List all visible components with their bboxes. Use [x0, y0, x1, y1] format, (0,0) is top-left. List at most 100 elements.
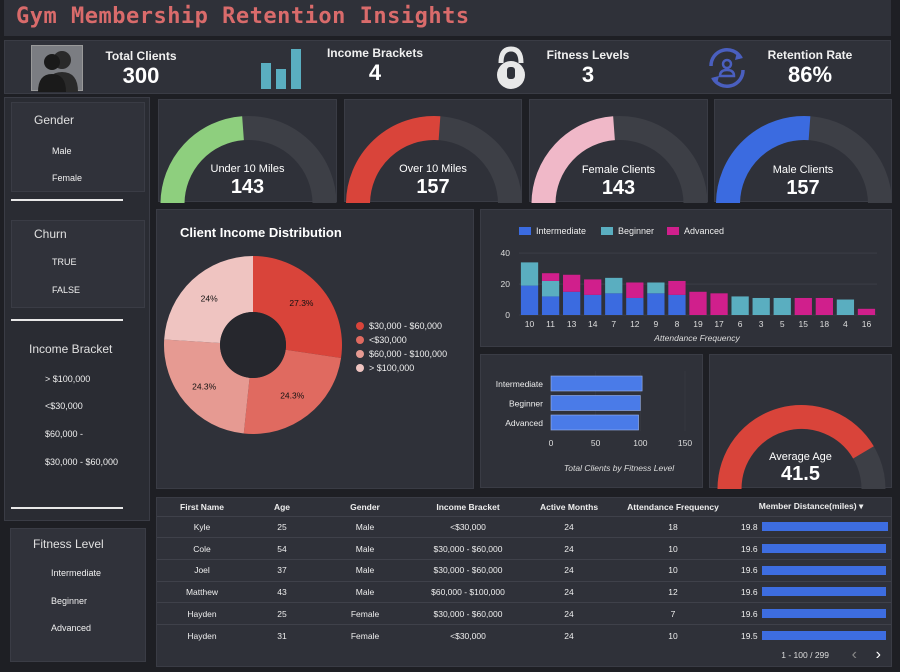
bar-segment	[541, 280, 560, 297]
fitness-option-intermediate[interactable]: Intermediate	[51, 568, 101, 578]
table-cell-income: <$30,000	[413, 515, 523, 538]
column-header-income-bracket[interactable]: Income Bracket	[413, 498, 523, 516]
gender-option-male[interactable]: Male	[52, 146, 72, 156]
gauge-label: Female Clients	[581, 164, 656, 176]
bar-segment	[668, 294, 686, 315]
table-cell-name: Cole	[157, 537, 247, 560]
users-icon	[31, 45, 83, 92]
table-cell-months: 24	[523, 602, 615, 625]
churn-filter[interactable]: Churn TRUE FALSE	[11, 220, 145, 308]
donut-legend-item[interactable]: <$30,000	[356, 335, 407, 345]
column-header-first-name[interactable]: First Name	[157, 498, 247, 516]
table-cell-distance: 19.6	[731, 537, 891, 560]
column-header-member-distance[interactable]: Member Distance(miles) ▾	[731, 498, 891, 516]
fitness-option-advanced[interactable]: Advanced	[51, 623, 91, 633]
table-cell-gender: Male	[317, 515, 413, 538]
distance-value: 19.6	[741, 565, 758, 576]
income-option-30k-60k[interactable]: $30,000 - $60,000	[45, 457, 118, 467]
x-axis-title: Total Clients by Fitness Level	[564, 463, 675, 473]
donut-slice-label: 24.3%	[192, 381, 217, 391]
column-header-age[interactable]: Age	[247, 498, 317, 516]
table-header-row: First Name Age Gender Income Bracket Act…	[157, 498, 891, 516]
table-cell-gender: Male	[317, 537, 413, 560]
donut-legend-item[interactable]: $30,000 - $60,000	[356, 321, 442, 331]
gauge-value: 157	[786, 177, 820, 199]
column-header-attendance-frequency[interactable]: Attendance Frequency	[615, 498, 731, 516]
x-tick-label: 15	[799, 319, 809, 329]
legend-label: > $100,000	[369, 363, 415, 373]
bar-segment	[710, 293, 728, 315]
bar-segment	[836, 299, 855, 315]
x-tick-label: 16	[862, 319, 872, 329]
table-row[interactable]: Cole 54 Male $30,000 - $60,000 24 10 19.6	[157, 537, 891, 560]
column-header-gender[interactable]: Gender	[317, 498, 413, 516]
gauge-male-clients: Male Clients 157	[714, 99, 892, 205]
bar-segment	[584, 279, 602, 295]
churn-option-false[interactable]: FALSE	[52, 285, 80, 295]
table-row[interactable]: Hayden 31 Female <$30,000 24 10 19.5	[157, 623, 891, 647]
x-axis-title: Attendance Frequency	[653, 333, 740, 343]
table-cell-name: Kyle	[157, 515, 247, 538]
legend-dot	[356, 336, 364, 344]
income-distribution-panel: Client Income Distribution 27.3% 24.3% 24.…	[156, 209, 474, 489]
attendance-frequency-panel: 0 20 40 10 11 13 14 7 12 9 8 19 17 6 3 5 15 18 4 16 Attendan…	[480, 209, 892, 347]
distance-value: 19.8	[741, 521, 758, 532]
table-row[interactable]: Hayden 25 Female $30,000 - $60,000 24 7 19.6	[157, 602, 891, 625]
table-cell-age: 43	[247, 580, 317, 603]
distance-value: 19.5	[741, 630, 758, 641]
legend-intermediate[interactable]: Intermediate	[519, 226, 586, 236]
donut-legend-item[interactable]: > $100,000	[356, 363, 414, 373]
fitness-option-beginner[interactable]: Beginner	[51, 596, 87, 606]
bar-segment	[773, 297, 791, 315]
gender-filter[interactable]: Gender Male Female	[11, 102, 145, 192]
income-filter[interactable]: Income Bracket > $100,000 <$30,000 $60,0…	[11, 330, 145, 500]
distance-bar	[761, 587, 887, 597]
legend-swatch	[601, 227, 613, 235]
table-row[interactable]: Joel 37 Male $30,000 - $60,000 24 10 19.6	[157, 558, 891, 582]
refresh-user-icon	[703, 44, 751, 92]
sort-desc-icon[interactable]: ▾	[859, 501, 863, 511]
gender-option-female[interactable]: Female	[52, 173, 82, 183]
income-option-over-100k[interactable]: > $100,000	[45, 374, 90, 384]
fitness-filter[interactable]: Fitness Level Intermediate Beginner Adva…	[10, 528, 146, 662]
income-option-60k-100k[interactable]: $60,000 -	[45, 429, 83, 439]
table-cell-gender: Female	[317, 623, 413, 647]
gauge-label: Under 10 Miles	[210, 163, 285, 175]
legend-label: $60,000 - $100,000	[369, 349, 448, 359]
legend-advanced[interactable]: Advanced	[667, 226, 724, 236]
table-row[interactable]: Kyle 25 Male <$30,000 24 18 19.8	[157, 515, 891, 538]
x-tick-label: 4	[843, 319, 848, 329]
x-tick-label: 12	[630, 319, 640, 329]
distance-bar	[761, 631, 886, 641]
bar-segment	[584, 294, 602, 315]
legend-dot	[356, 364, 364, 372]
x-tick-label: 0	[549, 438, 554, 448]
x-tick-label: 100	[633, 438, 647, 448]
legend-swatch	[519, 227, 531, 235]
x-tick-label: 9	[654, 319, 659, 329]
table-cell-gender: Female	[317, 602, 413, 625]
kpi-fitness-levels-label: Fitness Levels	[546, 48, 630, 62]
donut-legend-item[interactable]: $60,000 - $100,000	[356, 349, 447, 359]
legend-swatch	[667, 227, 679, 235]
next-page-icon[interactable]: ›	[876, 646, 881, 664]
fitness-level-panel: 0 50 100 150 Intermediate Beginner Advanced Tot…	[480, 354, 703, 488]
y-tick-label: 0	[505, 310, 510, 320]
table-cell-name: Hayden	[157, 623, 247, 647]
bar	[550, 414, 639, 431]
legend-beginner[interactable]: Beginner	[601, 226, 654, 236]
column-header-active-months[interactable]: Active Months	[523, 498, 615, 516]
table-row[interactable]: Matthew 43 Male $60,000 - $100,000 24 12 19.6	[157, 580, 891, 603]
fitness-filter-title: Fitness Level	[33, 537, 104, 551]
legend-label: $30,000 - $60,000	[369, 321, 443, 331]
prev-page-icon[interactable]: ‹	[852, 646, 857, 664]
y-tick-label: Advanced	[505, 418, 543, 428]
churn-option-true[interactable]: TRUE	[52, 257, 77, 267]
bar-segment	[647, 293, 665, 315]
legend-dot	[356, 350, 364, 358]
average-age-value: 41.5	[781, 463, 820, 485]
donut-slice-label: 24%	[201, 293, 218, 303]
y-tick-label: Intermediate	[496, 379, 544, 389]
y-tick-label: 40	[501, 248, 511, 258]
income-option-under-30k[interactable]: <$30,000	[45, 401, 83, 411]
